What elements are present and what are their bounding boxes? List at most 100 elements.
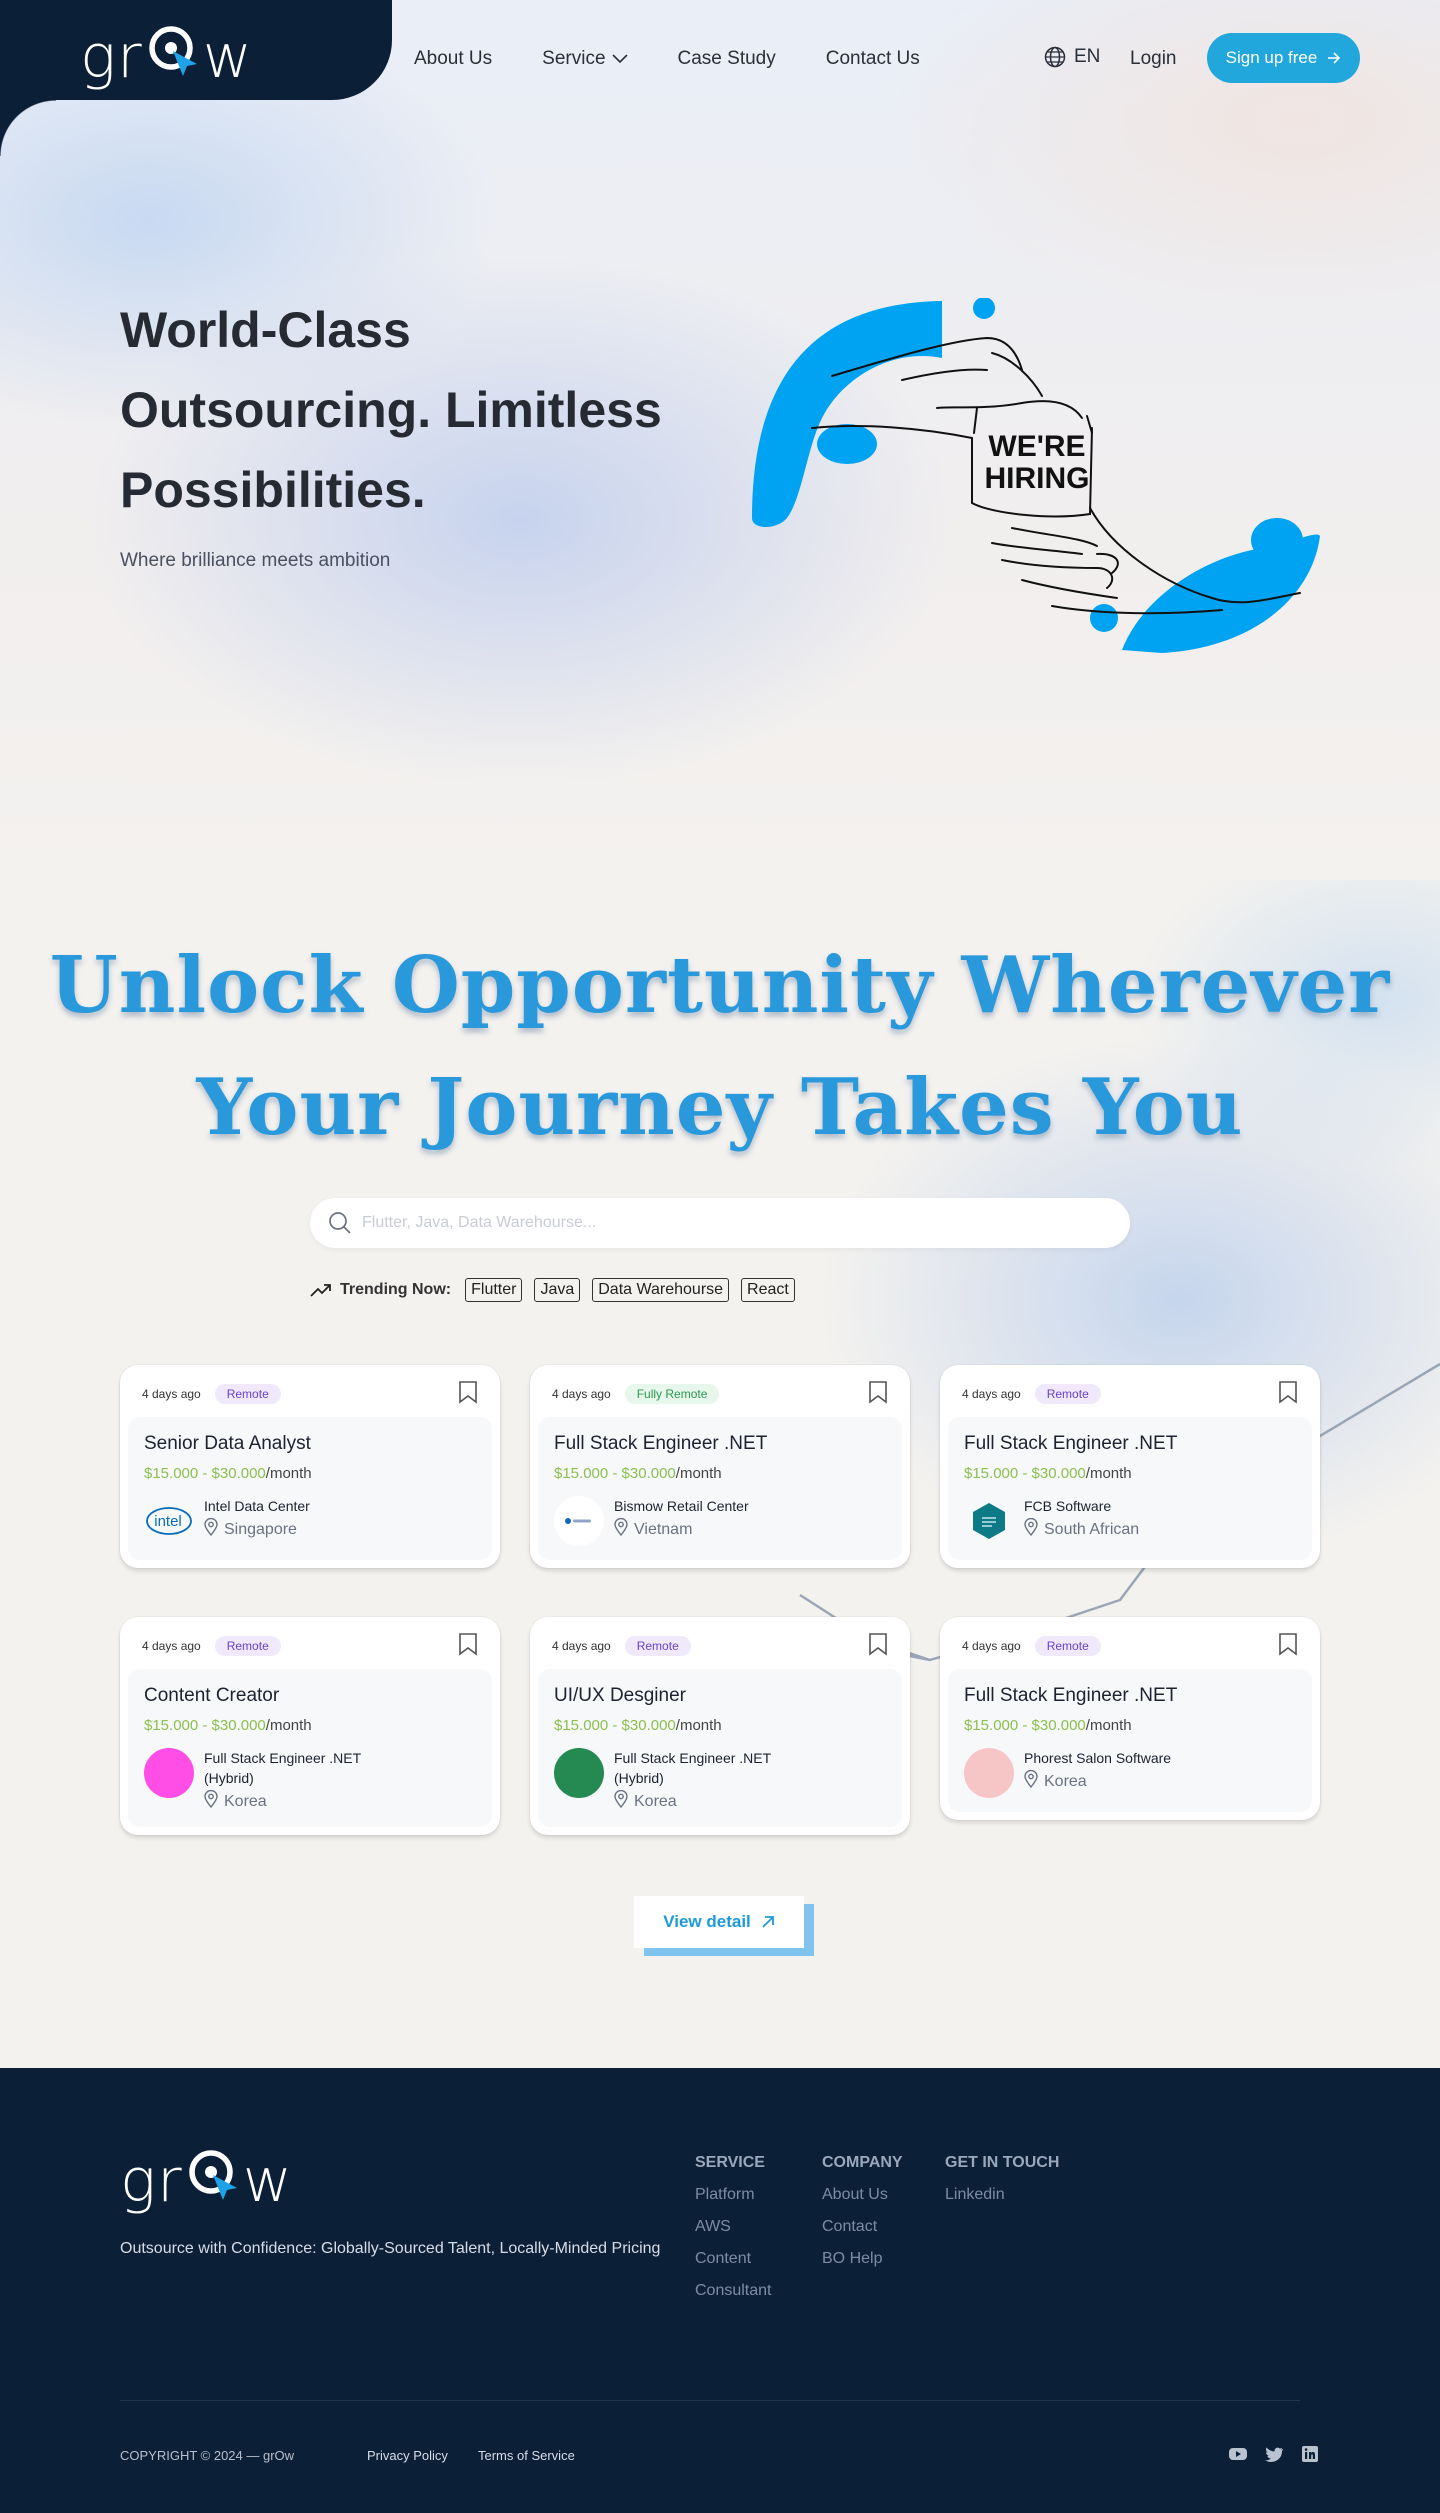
view-detail-button[interactable]: View detail: [634, 1896, 804, 1948]
salary-amount: $15.000 - $30.000: [964, 1465, 1086, 1482]
location-text: Korea: [1044, 1772, 1087, 1790]
job-card[interactable]: 4 days ago Remote Full Stack Engineer .NET…: [940, 1365, 1320, 1568]
trending-tag-data-warehourse[interactable]: Data Warehourse: [592, 1278, 730, 1302]
footer-column-title: GET IN TOUCH: [945, 2154, 1060, 2171]
job-card-body: Full Stack Engineer .NET $15.000 - $30.00…: [948, 1417, 1312, 1560]
unlock-line-1: Unlock Opportunity Wherever: [49, 940, 1391, 1031]
header-logo[interactable]: gr w: [80, 18, 253, 95]
trending-row: Trending Now: Flutter Java Data Warehour…: [310, 1278, 795, 1302]
bookmark-icon[interactable]: [458, 1380, 478, 1409]
footer-link-linkedin[interactable]: Linkedin: [945, 2186, 1059, 2204]
we-are-hiring-illustration: WE'RE HIRING: [752, 298, 1320, 653]
job-search-bar[interactable]: [310, 1198, 1130, 1248]
job-title: Full Stack Engineer .NET: [964, 1685, 1178, 1706]
hiring-text-2: HIRING: [985, 462, 1090, 495]
signup-button[interactable]: Sign up free: [1207, 33, 1360, 83]
nav-about-us[interactable]: About Us: [414, 48, 492, 70]
job-card-header: 4 days ago Remote: [128, 1631, 492, 1661]
salary-period: /month: [265, 1717, 312, 1734]
job-card[interactable]: 4 days ago Remote Full Stack Engineer .NET…: [940, 1617, 1320, 1820]
location-text: Vietnam: [634, 1520, 693, 1538]
trending-tag-react[interactable]: React: [741, 1278, 795, 1302]
main-nav: About Us Service Case Study Contact Us: [414, 48, 970, 70]
nav-service-label: Service: [542, 48, 606, 69]
signup-label: Sign up free: [1225, 48, 1318, 67]
job-card-header: 4 days ago Remote: [538, 1631, 902, 1661]
footer: gr w Outsource with Confidence: Globally…: [0, 2068, 1440, 2513]
footer-link-aws[interactable]: AWS: [695, 2218, 772, 2236]
footer-link-contact[interactable]: Contact: [822, 2218, 903, 2236]
login-link[interactable]: Login: [1130, 48, 1177, 70]
posted-time: 4 days ago: [552, 1387, 611, 1401]
youtube-icon[interactable]: [1228, 2444, 1248, 2464]
footer-column-service: SERVICE Platform AWS Content Consultant: [695, 2154, 772, 2314]
job-card[interactable]: 4 days ago Remote UI/UX Desginer $15.000 - …: [530, 1617, 910, 1835]
footer-tagline: Outsource with Confidence: Globally-Sour…: [120, 2240, 661, 2257]
work-type-badge: Remote: [1034, 1636, 1101, 1656]
language-selector[interactable]: EN: [1044, 46, 1100, 68]
terms-of-service-link[interactable]: Terms of Service: [478, 2448, 575, 2463]
bookmark-icon[interactable]: [458, 1632, 478, 1661]
footer-link-content[interactable]: Content: [695, 2250, 772, 2268]
bookmark-icon[interactable]: [868, 1632, 888, 1661]
company-details: Bismow Retail Center Vietnam: [614, 1496, 749, 1541]
location-text: South African: [1044, 1520, 1140, 1538]
trending-tag-java[interactable]: Java: [534, 1278, 581, 1302]
footer-column-company: COMPANY About Us Contact BO Help: [822, 2154, 903, 2282]
company-name: Full Stack Engineer .NET (Hybrid): [204, 1750, 361, 1786]
job-card-header: 4 days ago Remote: [948, 1379, 1312, 1409]
location-pin-icon: [614, 1517, 628, 1541]
company-location: South African: [1024, 1517, 1140, 1541]
location-text: Singapore: [224, 1520, 297, 1538]
company-location: Singapore: [204, 1517, 310, 1541]
privacy-policy-link[interactable]: Privacy Policy: [367, 2448, 448, 2463]
salary-period: /month: [675, 1717, 722, 1734]
trending-label: Trending Now:: [340, 1281, 452, 1298]
posted-time: 4 days ago: [962, 1387, 1021, 1401]
nav-case-study[interactable]: Case Study: [678, 48, 776, 70]
job-card[interactable]: 4 days ago Fully Remote Full Stack Enginee…: [530, 1365, 910, 1568]
company-details: Intel Data Center Singapore: [204, 1496, 310, 1541]
job-card[interactable]: 4 days ago Remote Content Creator $15.000 -…: [120, 1617, 500, 1835]
job-card-body: Full Stack Engineer .NET $15.000 - $30.00…: [948, 1669, 1312, 1812]
job-card[interactable]: 4 days ago Remote Senior Data Analyst $15.0…: [120, 1365, 500, 1568]
location-pin-icon: [204, 1789, 218, 1813]
footer-column-title: COMPANY: [822, 2154, 903, 2171]
footer-link-bo-help[interactable]: BO Help: [822, 2250, 903, 2268]
bookmark-icon[interactable]: [1278, 1380, 1298, 1409]
footer-logo[interactable]: gr w: [120, 2142, 293, 2219]
linkedin-icon[interactable]: [1300, 2444, 1320, 2464]
trending-tag-flutter[interactable]: Flutter: [465, 1278, 523, 1302]
twitter-icon[interactable]: [1264, 2444, 1284, 2464]
job-card-body: UI/UX Desginer $15.000 - $30.000/month Ful…: [538, 1669, 902, 1827]
footer-logo-text-left: gr: [120, 2145, 183, 2216]
job-search-input[interactable]: [362, 1214, 1102, 1232]
footer-link-platform[interactable]: Platform: [695, 2186, 772, 2204]
footer-logo-text-right: w: [242, 2145, 293, 2216]
salary-period: /month: [1085, 1465, 1132, 1482]
unlock-line-2: Your Journey Takes You: [196, 1062, 1244, 1153]
company-details: FCB Software South African: [1024, 1496, 1139, 1541]
footer-logo-cursor-icon: [183, 2142, 243, 2219]
posted-time: 4 days ago: [962, 1639, 1021, 1653]
globe-icon: [1044, 46, 1066, 68]
footer-link-about-us[interactable]: About Us: [822, 2186, 903, 2204]
nav-service[interactable]: Service: [542, 48, 628, 70]
work-type-badge: Fully Remote: [624, 1384, 720, 1404]
job-title: Full Stack Engineer .NET: [554, 1433, 768, 1454]
salary-amount: $15.000 - $30.000: [144, 1717, 266, 1734]
page: gr w About Us Service Case Study Contact…: [0, 0, 1440, 2513]
company-info: FCB Software South African: [964, 1496, 1296, 1546]
chevron-down-icon: [611, 54, 628, 64]
search-icon: [329, 1212, 351, 1234]
bookmark-icon[interactable]: [868, 1380, 888, 1409]
logo-cursor-icon: [143, 18, 203, 95]
job-card-body: Senior Data Analyst $15.000 - $30.000/mon…: [128, 1417, 492, 1560]
arrow-right-icon: [1328, 52, 1341, 64]
company-name: Full Stack Engineer .NET (Hybrid): [614, 1750, 771, 1786]
footer-link-consultant[interactable]: Consultant: [695, 2282, 772, 2300]
company-name: Intel Data Center: [204, 1498, 310, 1514]
bookmark-icon[interactable]: [1278, 1632, 1298, 1661]
work-type-badge: Remote: [1034, 1384, 1101, 1404]
nav-contact-us[interactable]: Contact Us: [826, 48, 920, 70]
